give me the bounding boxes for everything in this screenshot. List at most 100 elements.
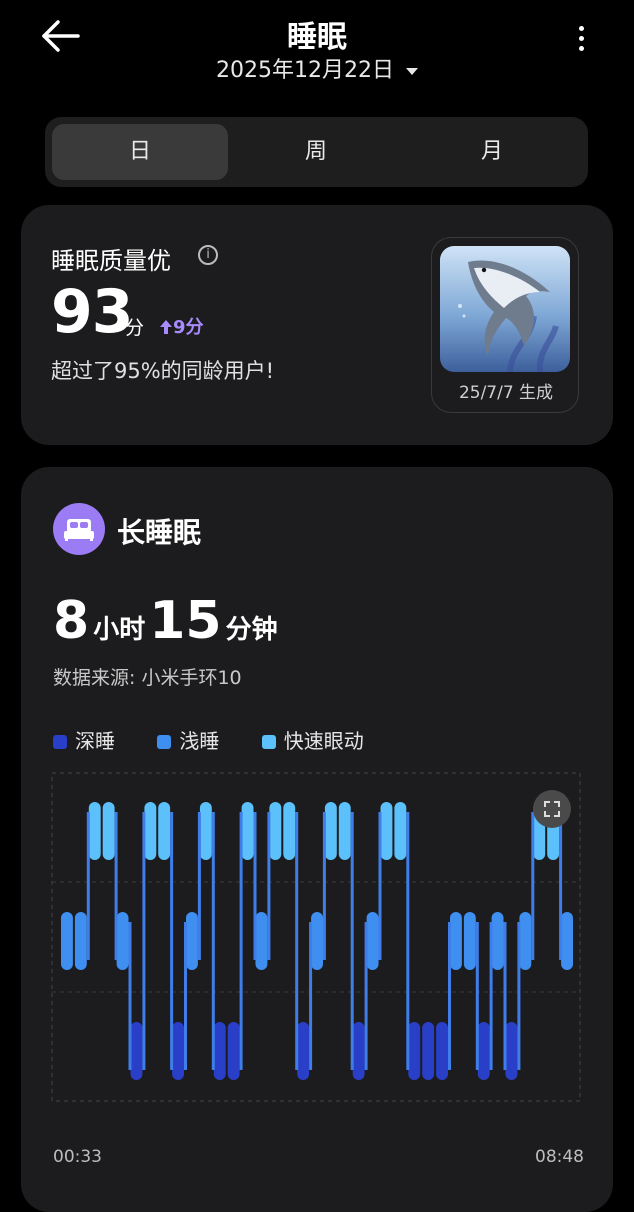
- stage-transition: [531, 812, 535, 960]
- stage-transition: [517, 922, 521, 1070]
- stage-transition: [350, 812, 354, 1070]
- duration-minutes-unit: 分钟: [225, 615, 278, 645]
- stage-segment: [130, 1022, 143, 1080]
- stage-segment: [311, 912, 323, 970]
- top-bar: 睡眠 2025年12月22日: [0, 0, 634, 100]
- stage-segment: [255, 912, 268, 970]
- stage-segment: [158, 802, 171, 860]
- stage-legend: 深睡 浅睡 快速眼动: [53, 725, 400, 754]
- quality-title: 睡眠质量优: [51, 247, 171, 275]
- stage-transition: [170, 812, 174, 1070]
- sleep-quality-card[interactable]: 睡眠质量优 i 93 分 9分 超过了95%的同龄用户! 25/7/7 生成: [21, 205, 613, 445]
- arrow-up-icon: [160, 320, 172, 334]
- sleep-duration: 8 小时15 分钟: [53, 591, 282, 651]
- date-text: 2025年12月22日: [216, 58, 394, 83]
- stage-segment: [88, 802, 101, 860]
- tab-week[interactable]: 周: [228, 124, 404, 180]
- stage-transition: [86, 812, 90, 960]
- stage-segment: [450, 912, 462, 970]
- legend-light: 浅睡: [157, 725, 219, 754]
- stage-segment: [324, 802, 337, 860]
- stage-segment: [116, 912, 129, 970]
- tab-month[interactable]: 月: [404, 124, 580, 180]
- stage-segment: [477, 1022, 490, 1080]
- more-options-icon[interactable]: [570, 26, 592, 62]
- stage-transition: [503, 922, 507, 1070]
- stage-segment: [144, 802, 157, 860]
- sleep-type-label: 长睡眠: [117, 516, 202, 549]
- stage-transition: [475, 922, 479, 1070]
- stage-segment: [102, 802, 115, 860]
- stage-transition: [406, 812, 410, 1070]
- legend-swatch: [157, 735, 172, 749]
- stage-segment: [61, 912, 73, 970]
- stage-segment: [74, 912, 87, 970]
- chart-start-time: 00:33: [53, 1147, 102, 1167]
- stage-transition: [184, 922, 187, 1070]
- stage-segment: [408, 1022, 421, 1080]
- score-unit: 分: [125, 317, 145, 339]
- chart-end-time: 08:48: [535, 1147, 584, 1167]
- stage-segment: [380, 802, 393, 860]
- tab-day[interactable]: 日: [52, 124, 228, 180]
- legend-swatch: [261, 735, 276, 749]
- page-title: 睡眠: [287, 20, 347, 55]
- stage-segment: [491, 912, 504, 970]
- bed-icon: [53, 503, 105, 555]
- stage-transition: [448, 922, 451, 1070]
- stage-segment: [283, 802, 296, 860]
- quality-description: 超过了95%的同龄用户!: [51, 359, 275, 383]
- delta-value: 9分: [173, 317, 204, 338]
- stage-segment: [227, 1022, 240, 1080]
- stage-segment: [519, 912, 532, 970]
- stage-transition: [378, 812, 382, 960]
- generated-image-card[interactable]: 25/7/7 生成: [431, 237, 579, 413]
- stage-segment: [505, 1022, 518, 1080]
- stage-segment: [436, 1022, 448, 1080]
- duration-minutes: 15: [149, 591, 222, 651]
- stage-transition: [322, 812, 326, 960]
- stage-transition: [489, 922, 493, 1070]
- stage-transition: [267, 812, 271, 960]
- expand-icon[interactable]: [533, 790, 571, 828]
- stage-transition: [253, 812, 257, 960]
- stage-segment: [422, 1022, 435, 1080]
- info-icon[interactable]: i: [198, 245, 218, 265]
- stage-transition: [309, 922, 313, 1070]
- stage-segment: [352, 1022, 365, 1080]
- stage-segment: [186, 912, 198, 970]
- legend-rem: 快速眼动: [261, 725, 364, 754]
- stage-segment: [561, 912, 573, 970]
- stage-segment: [338, 802, 351, 860]
- stage-transition: [197, 812, 201, 960]
- stage-transition: [559, 812, 563, 960]
- stage-transition: [114, 812, 118, 960]
- stage-segment: [269, 802, 282, 860]
- stage-segment: [366, 912, 379, 970]
- data-source: 数据来源: 小米手环10: [53, 667, 242, 689]
- stage-transition: [128, 922, 132, 1070]
- long-sleep-card: 长睡眠 8 小时15 分钟 数据来源: 小米手环10 深睡 浅睡 快速眼动 00:3…: [21, 467, 613, 1212]
- legend-deep: 深睡: [53, 725, 115, 754]
- caret-down-icon: [405, 67, 418, 75]
- stage-transition: [142, 812, 146, 1070]
- image-caption: 25/7/7 生成: [458, 383, 554, 403]
- stage-transition: [364, 922, 368, 1070]
- sleep-score: 93: [51, 277, 133, 347]
- stage-segment: [199, 802, 212, 860]
- shark-illustration: [440, 246, 570, 372]
- stage-segment: [394, 802, 407, 860]
- legend-swatch: [53, 735, 67, 749]
- sleep-stage-chart[interactable]: [51, 772, 581, 1102]
- date-selector[interactable]: 2025年12月22日: [0, 52, 634, 84]
- period-tabs: 日 周 月: [45, 117, 588, 187]
- stage-segment: [172, 1022, 184, 1080]
- stage-segment: [463, 912, 476, 970]
- duration-hours-unit: 小时: [93, 615, 146, 645]
- stage-transition: [211, 812, 215, 1070]
- stage-segment: [297, 1022, 310, 1080]
- stage-segment: [213, 1022, 226, 1080]
- stage-transition: [295, 812, 299, 1070]
- duration-hours: 8: [53, 591, 90, 651]
- stage-transition: [239, 812, 243, 1070]
